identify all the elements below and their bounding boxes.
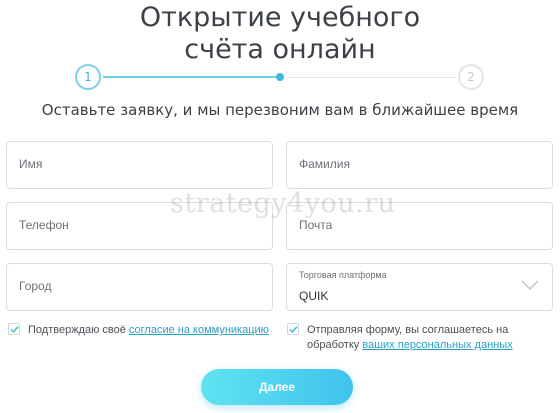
- city-placeholder: Город: [19, 279, 52, 293]
- name-placeholder: Имя: [19, 157, 43, 171]
- consent-communication-label: Подтверждаю своё: [28, 324, 129, 336]
- consent-communication-text: Подтверждаю своё согласие на коммуникаци…: [28, 323, 269, 337]
- consent-personal-data: Отправляя форму, вы соглашаетесь на обра…: [287, 323, 547, 353]
- consent-personal-data-text-line-1: Отправляя форму, вы соглашаетесь на: [307, 324, 509, 336]
- city-field[interactable]: Город: [6, 263, 273, 311]
- consent-communication: Подтверждаю своё согласие на коммуникаци…: [8, 323, 278, 353]
- consent-personal-data-text-line-2: обработку ваших персональных данных: [307, 338, 513, 352]
- page-title: Открытие учебного счёта онлайн: [0, 2, 560, 66]
- step-1-indicator: 1: [75, 64, 101, 90]
- consent-communication-checkbox[interactable]: [8, 323, 20, 335]
- surname-field[interactable]: Фамилия: [286, 141, 553, 189]
- checkmark-icon: [289, 326, 298, 334]
- step-progress: 1 2: [0, 62, 560, 92]
- platform-value: QUIK: [299, 289, 329, 303]
- step-progress-dot: [276, 73, 284, 81]
- step-progress-active-line: [103, 76, 276, 78]
- consent-personal-data-label: обработку: [307, 339, 363, 351]
- phone-placeholder: Телефон: [19, 218, 69, 232]
- personal-data-link[interactable]: ваших персональных данных: [362, 339, 512, 351]
- checkmark-icon: [10, 326, 19, 334]
- surname-placeholder: Фамилия: [299, 157, 350, 171]
- chevron-down-icon[interactable]: [520, 278, 540, 292]
- page-title-line-1: Открытие учебного: [139, 2, 421, 33]
- watermark: strategy4you.ru: [170, 188, 396, 219]
- step-progress-inactive-line: [288, 77, 456, 78]
- next-button[interactable]: Далее: [201, 369, 353, 405]
- step-2-indicator: 2: [458, 64, 484, 90]
- platform-select[interactable]: Торговая платформа QUIK: [286, 263, 553, 311]
- consent-personal-data-checkbox[interactable]: [287, 323, 299, 335]
- consent-communication-link[interactable]: согласие на коммуникацию: [129, 324, 269, 336]
- email-placeholder: Почта: [299, 218, 333, 232]
- page-subtitle: Оставьте заявку, и мы перезвоним вам в б…: [41, 101, 519, 119]
- platform-label: Торговая платформа: [299, 270, 387, 280]
- name-field[interactable]: Имя: [6, 141, 273, 189]
